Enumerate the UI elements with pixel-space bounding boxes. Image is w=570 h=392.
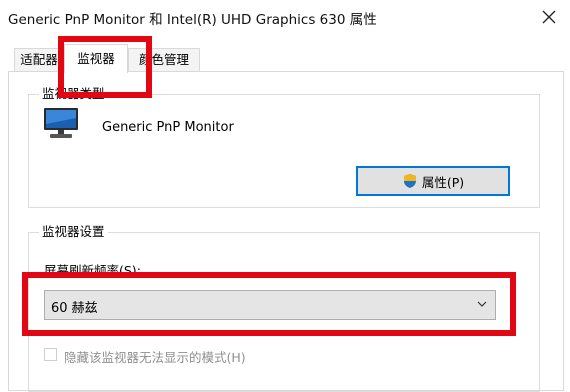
tab-adapter[interactable]: 适配器 bbox=[14, 48, 64, 72]
window-title: Generic PnP Monitor 和 Intel(R) UHD Graph… bbox=[8, 12, 377, 28]
hide-modes-checkbox[interactable] bbox=[44, 348, 57, 361]
title-bar: Generic PnP Monitor 和 Intel(R) UHD Graph… bbox=[0, 0, 570, 38]
close-icon bbox=[542, 10, 556, 24]
highlight-box-tab bbox=[58, 36, 152, 98]
monitor-settings-group-title: 监视器设置 bbox=[39, 224, 108, 240]
monitor-icon bbox=[44, 108, 78, 138]
properties-button-label: 属性(P) bbox=[421, 174, 465, 190]
shield-icon bbox=[403, 174, 416, 188]
close-button[interactable] bbox=[536, 4, 562, 30]
highlight-box-refresh bbox=[22, 272, 516, 336]
monitor-name: Generic PnP Monitor bbox=[102, 120, 234, 135]
hide-modes-label: 隐藏该监视器无法显示的模式(H) bbox=[64, 350, 246, 365]
properties-button[interactable]: 属性(P) bbox=[356, 166, 510, 196]
